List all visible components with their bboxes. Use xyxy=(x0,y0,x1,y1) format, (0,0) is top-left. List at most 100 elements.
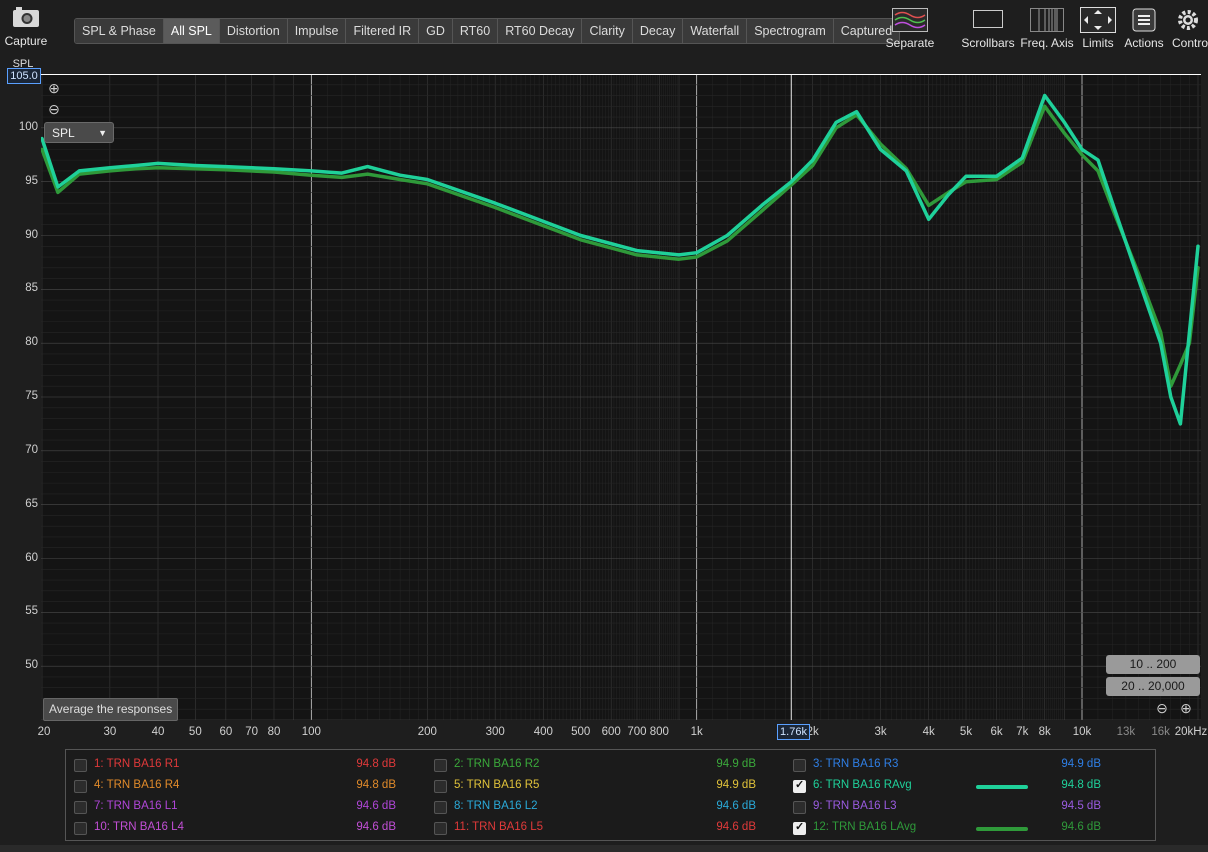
x-tick-label: 50 xyxy=(188,726,202,738)
legend-item: 1: TRN BA16 R1 94.8 dB xyxy=(74,755,424,775)
range-10-200-button[interactable]: 10 .. 200 xyxy=(1106,655,1200,674)
x-tick-label: 800 xyxy=(649,726,669,738)
x-tick-label: 5k xyxy=(959,726,973,738)
controls-button[interactable]: Controls xyxy=(1168,6,1208,50)
legend-item: 3: TRN BA16 R3 94.9 dB xyxy=(793,755,1143,775)
tab-filtered-ir[interactable]: Filtered IR xyxy=(346,19,420,43)
measurement-legend: 1: TRN BA16 R1 94.8 dB 2: TRN BA16 R2 94.9 … xyxy=(65,749,1156,841)
legend-checkbox[interactable] xyxy=(74,759,87,772)
range-20-20000-button[interactable]: 20 .. 20,000 xyxy=(1106,677,1200,696)
spl-plot[interactable] xyxy=(41,74,1201,720)
limits-icon xyxy=(1078,6,1118,34)
legend-name[interactable]: 3: TRN BA16 R3 xyxy=(813,758,898,770)
legend-name[interactable]: 11: TRN BA16 L5 xyxy=(454,821,543,833)
chevron-down-icon: ▼ xyxy=(98,128,107,138)
gear-icon xyxy=(1168,6,1208,34)
legend-checkbox[interactable] xyxy=(793,759,806,772)
x-tick-label: 6k xyxy=(990,726,1003,738)
legend-checkbox[interactable] xyxy=(793,801,806,814)
legend-value: 94.5 dB xyxy=(1061,800,1101,812)
y-tick-label: 100 xyxy=(18,120,38,133)
legend-value: 94.6 dB xyxy=(356,800,396,812)
legend-value: 94.9 dB xyxy=(716,758,756,770)
actions-button[interactable]: Actions xyxy=(1122,6,1166,50)
x-tick-label: 200 xyxy=(417,726,437,738)
legend-name[interactable]: 5: TRN BA16 R5 xyxy=(454,779,539,791)
x-zoom-in-icon[interactable]: ⊕ xyxy=(1178,700,1194,716)
x-tick-label: 7k xyxy=(1016,726,1029,738)
tab-spl-phase[interactable]: SPL & Phase xyxy=(75,19,164,43)
legend-value: 94.6 dB xyxy=(356,821,396,833)
legend-line-swatch xyxy=(976,827,1028,831)
legend-checkbox[interactable] xyxy=(793,778,806,793)
legend-value: 94.6 dB xyxy=(716,821,756,833)
tab-clarity[interactable]: Clarity xyxy=(582,19,633,43)
capture-label: Capture xyxy=(4,34,48,48)
legend-checkbox[interactable] xyxy=(74,780,87,793)
legend-name[interactable]: 4: TRN BA16 R4 xyxy=(94,779,179,791)
legend-line-swatch xyxy=(976,785,1028,789)
legend-item: 5: TRN BA16 R5 94.9 dB xyxy=(434,776,784,796)
legend-name[interactable]: 8: TRN BA16 L2 xyxy=(454,800,538,812)
tab-gd[interactable]: GD xyxy=(419,19,453,43)
actions-label: Actions xyxy=(1124,36,1164,50)
legend-checkbox[interactable] xyxy=(434,822,447,835)
legend-name[interactable]: 7: TRN BA16 L1 xyxy=(94,800,178,812)
x-cursor-readout: 1.76k xyxy=(777,724,810,740)
legend-item: 7: TRN BA16 L1 94.6 dB xyxy=(74,797,424,817)
legend-value: 94.8 dB xyxy=(1061,779,1101,791)
average-responses-button[interactable]: Average the responses xyxy=(43,698,179,721)
capture-button[interactable]: Capture xyxy=(0,6,52,48)
x-tick-label: 600 xyxy=(601,726,621,738)
legend-checkbox[interactable] xyxy=(74,822,87,835)
y-tick-label: 50 xyxy=(25,659,38,672)
tab-spectrogram[interactable]: Spectrogram xyxy=(747,19,834,43)
tab-decay[interactable]: Decay xyxy=(632,19,684,43)
tab-waterfall[interactable]: Waterfall xyxy=(683,19,748,43)
legend-name[interactable]: 9: TRN BA16 L3 xyxy=(813,800,897,812)
legend-name[interactable]: 10: TRN BA16 L4 xyxy=(94,821,184,833)
x-tick-label: 40 xyxy=(151,726,165,738)
freq-axis-button[interactable]: Freq. Axis xyxy=(1020,6,1074,50)
x-tick-label: 500 xyxy=(571,726,591,738)
scrollbars-label: Scrollbars xyxy=(961,36,1015,50)
tab-all-spl[interactable]: All SPL xyxy=(163,19,220,43)
tab-impulse[interactable]: Impulse xyxy=(287,19,347,43)
y-tick-label: 75 xyxy=(25,390,38,402)
y-zoom-out-icon[interactable]: ⊖ xyxy=(46,101,62,117)
y-zoom-in-icon[interactable]: ⊕ xyxy=(46,80,62,96)
scrollbars-button[interactable]: Scrollbars xyxy=(960,6,1016,50)
x-tick-label: 20 xyxy=(37,726,51,738)
tab-distortion[interactable]: Distortion xyxy=(219,19,288,43)
freq-axis-label: Freq. Axis xyxy=(1020,36,1074,50)
x-tick-label: 30 xyxy=(103,726,117,738)
x-tick-label: 60 xyxy=(219,726,233,738)
legend-item: 10: TRN BA16 L4 94.6 dB xyxy=(74,818,424,838)
x-tick-label: 4k xyxy=(922,726,935,738)
mode-select[interactable]: SPL ▼ xyxy=(44,122,114,143)
legend-value: 94.6 dB xyxy=(716,800,756,812)
legend-checkbox[interactable] xyxy=(434,759,447,772)
legend-checkbox[interactable] xyxy=(434,801,447,814)
legend-item: 8: TRN BA16 L2 94.6 dB xyxy=(434,797,784,817)
tab-rt60[interactable]: RT60 xyxy=(452,19,499,43)
x-zoom-out-icon[interactable]: ⊖ xyxy=(1154,700,1170,716)
y-max-readout[interactable]: 105.0 xyxy=(7,68,41,84)
legend-value: 94.9 dB xyxy=(1061,758,1101,770)
graph-tabs: SPL & Phase All SPL Distortion Impulse Filte… xyxy=(74,18,901,44)
separate-button[interactable]: Separate xyxy=(884,6,936,50)
y-tick-label: 90 xyxy=(25,228,38,241)
x-tick-label: 8k xyxy=(1038,726,1051,738)
legend-item: 12: TRN BA16 LAvg 94.6 dB xyxy=(793,818,1143,838)
legend-name[interactable]: 1: TRN BA16 R1 xyxy=(94,758,179,770)
legend-checkbox[interactable] xyxy=(434,780,447,793)
limits-button[interactable]: Limits xyxy=(1078,6,1118,50)
legend-item: 4: TRN BA16 R4 94.8 dB xyxy=(74,776,424,796)
legend-name[interactable]: 12: TRN BA16 LAvg xyxy=(813,821,916,833)
legend-checkbox[interactable] xyxy=(793,820,806,835)
legend-checkbox[interactable] xyxy=(74,801,87,814)
actions-icon xyxy=(1122,6,1166,34)
legend-name[interactable]: 2: TRN BA16 R2 xyxy=(454,758,539,770)
tab-rt60-decay[interactable]: RT60 Decay xyxy=(498,19,583,43)
legend-name[interactable]: 6: TRN BA16 RAvg xyxy=(813,779,912,791)
